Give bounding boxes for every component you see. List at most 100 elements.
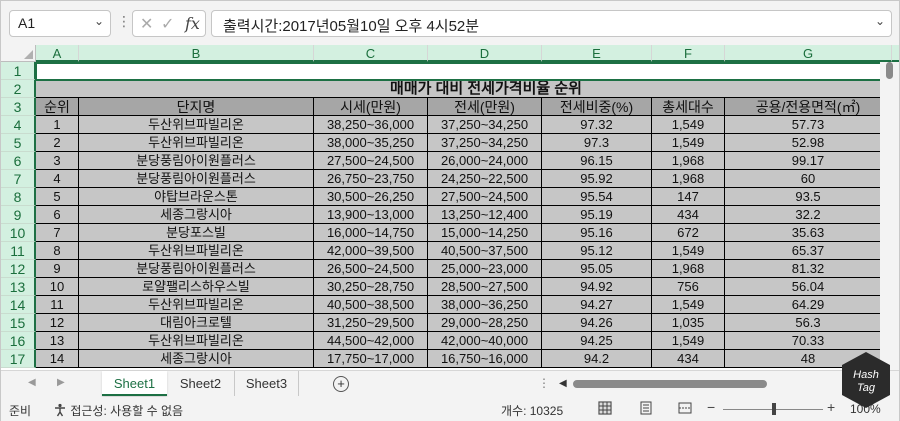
row-header-9[interactable]: 9	[1, 206, 36, 224]
cell-b[interactable]: 두산위브파빌리온	[79, 116, 314, 134]
cell-g[interactable]: 35.63	[725, 224, 892, 242]
scroll-thumb[interactable]	[886, 62, 893, 79]
row-header-13[interactable]: 13	[1, 278, 36, 296]
cell-e[interactable]: 전세비중(%)	[542, 98, 652, 116]
column-header-f[interactable]: F	[652, 45, 725, 62]
cell-b[interactable]: 분당풍림아이원플러스	[79, 260, 314, 278]
scroll-left-icon[interactable]: ◀	[559, 378, 567, 389]
accessibility-status[interactable]: 접근성: 사용할 수 없음	[53, 402, 183, 419]
cell-b[interactable]: 로얄팰리스하우스빌	[79, 278, 314, 296]
cell-d[interactable]: 26,000~24,000	[428, 152, 542, 170]
row-header-14[interactable]: 14	[1, 296, 36, 314]
select-all-corner[interactable]	[1, 45, 36, 62]
cell-a[interactable]: 8	[36, 242, 79, 260]
cell-c[interactable]: 시세(만원)	[314, 98, 428, 116]
cell-g[interactable]: 70.33	[725, 332, 892, 350]
blank-row[interactable]	[36, 62, 899, 80]
cell-e[interactable]: 95.05	[542, 260, 652, 278]
cell-e[interactable]: 94.25	[542, 332, 652, 350]
cell-d[interactable]: 28,500~27,500	[428, 278, 542, 296]
cell-d[interactable]: 전세(만원)	[428, 98, 542, 116]
confirm-icon[interactable]: ✓	[161, 14, 174, 34]
more-dots-icon[interactable]: ⋮	[117, 13, 131, 30]
column-header-g[interactable]: G	[725, 45, 892, 62]
prev-sheet-icon[interactable]: ◀	[28, 377, 36, 388]
cell-f[interactable]: 147	[652, 188, 725, 206]
tab-sheet3[interactable]: Sheet3	[235, 371, 299, 396]
cell-b[interactable]: 분당포스빌	[79, 224, 314, 242]
cell-a[interactable]: 11	[36, 296, 79, 314]
cell-b[interactable]: 단지명	[79, 98, 314, 116]
cell-d[interactable]: 24,250~22,500	[428, 170, 542, 188]
page-layout-icon[interactable]	[639, 401, 653, 415]
cell-g[interactable]: 81.32	[725, 260, 892, 278]
cell-f[interactable]: 1,035	[652, 314, 725, 332]
cell-d[interactable]: 13,250~12,400	[428, 206, 542, 224]
cell-d[interactable]: 38,000~36,250	[428, 296, 542, 314]
cell-e[interactable]: 94.2	[542, 350, 652, 368]
cell-d[interactable]: 25,000~23,000	[428, 260, 542, 278]
cell-b[interactable]: 분당풍림아이원플러스	[79, 152, 314, 170]
column-header-a[interactable]: A	[36, 45, 79, 62]
cell-a[interactable]: 9	[36, 260, 79, 278]
cell-f[interactable]: 총세대수	[652, 98, 725, 116]
column-header-h[interactable]: H	[892, 45, 899, 62]
tab-sheet1[interactable]: Sheet1	[102, 371, 167, 396]
cell-c[interactable]: 17,750~17,000	[314, 350, 428, 368]
cell-d[interactable]: 37,250~34,250	[428, 134, 542, 152]
cell-b[interactable]: 대림아크로텔	[79, 314, 314, 332]
expand-formula-icon[interactable]: ⌄	[875, 14, 885, 28]
cell-e[interactable]: 95.54	[542, 188, 652, 206]
cell-c[interactable]: 26,750~23,750	[314, 170, 428, 188]
cell-e[interactable]: 97.3	[542, 134, 652, 152]
cell-b[interactable]: 두산위브파빌리온	[79, 332, 314, 350]
cell-e[interactable]: 94.92	[542, 278, 652, 296]
cell-f[interactable]: 434	[652, 206, 725, 224]
worksheet-grid[interactable]: ABCDEFGH 1234567891011121314151617 매매가 대…	[1, 45, 899, 370]
cancel-icon[interactable]: ✕	[140, 14, 153, 34]
cell-c[interactable]: 30,250~28,750	[314, 278, 428, 296]
cell-c[interactable]: 31,250~29,500	[314, 314, 428, 332]
column-header-c[interactable]: C	[314, 45, 428, 62]
cell-d[interactable]: 37,250~34,250	[428, 116, 542, 134]
cell-b[interactable]: 두산위브파빌리온	[79, 242, 314, 260]
cell-c[interactable]: 13,900~13,000	[314, 206, 428, 224]
horizontal-scroll-thumb[interactable]	[573, 380, 767, 388]
cell-a[interactable]: 12	[36, 314, 79, 332]
add-sheet-button[interactable]: +	[333, 376, 349, 392]
cell-e[interactable]: 95.92	[542, 170, 652, 188]
tab-sheet2[interactable]: Sheet2	[167, 371, 235, 396]
cell-e[interactable]: 94.26	[542, 314, 652, 332]
row-header-3[interactable]: 3	[1, 98, 36, 116]
row-header-1[interactable]: 1	[1, 62, 36, 80]
cell-d[interactable]: 27,500~24,500	[428, 188, 542, 206]
cell-d[interactable]: 15,000~14,250	[428, 224, 542, 242]
cell-f[interactable]: 1,549	[652, 134, 725, 152]
cell-c[interactable]: 27,500~24,500	[314, 152, 428, 170]
cell-d[interactable]: 16,750~16,000	[428, 350, 542, 368]
cell-c[interactable]: 42,000~39,500	[314, 242, 428, 260]
cell-f[interactable]: 1,968	[652, 170, 725, 188]
row-header-10[interactable]: 10	[1, 224, 36, 242]
cell-g[interactable]: 99.17	[725, 152, 892, 170]
cell-c[interactable]: 30,500~26,250	[314, 188, 428, 206]
row-header-12[interactable]: 12	[1, 260, 36, 278]
cell-f[interactable]: 434	[652, 350, 725, 368]
column-header-b[interactable]: B	[79, 45, 314, 62]
cell-e[interactable]: 95.12	[542, 242, 652, 260]
cell-a[interactable]: 4	[36, 170, 79, 188]
cell-a[interactable]: 13	[36, 332, 79, 350]
cell-e[interactable]: 94.27	[542, 296, 652, 314]
cell-f[interactable]: 1,968	[652, 152, 725, 170]
row-header-4[interactable]: 4	[1, 116, 36, 134]
more-dots-icon[interactable]: ⋮	[538, 376, 550, 390]
cell-g[interactable]: 56.04	[725, 278, 892, 296]
cell-a[interactable]: 5	[36, 188, 79, 206]
row-header-5[interactable]: 5	[1, 134, 36, 152]
cell-c[interactable]: 26,500~24,500	[314, 260, 428, 278]
cell-a[interactable]: 2	[36, 134, 79, 152]
zoom-in-button[interactable]: +	[827, 399, 835, 415]
cell-f[interactable]: 1,549	[652, 296, 725, 314]
cell-b[interactable]: 두산위브파빌리온	[79, 134, 314, 152]
cell-e[interactable]: 97.32	[542, 116, 652, 134]
